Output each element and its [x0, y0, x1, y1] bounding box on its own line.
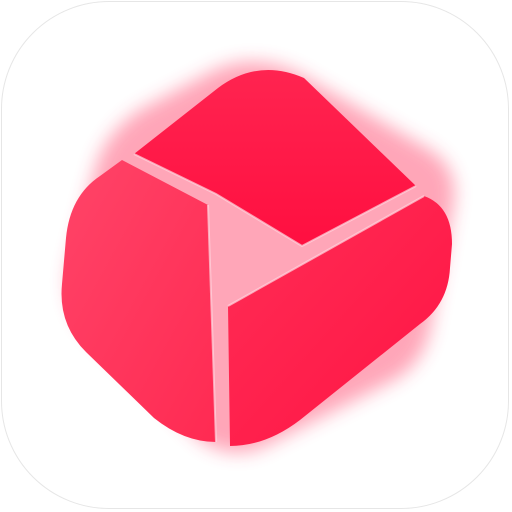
app-icon-canvas [0, 0, 512, 512]
play-video-app-icon [61, 61, 455, 453]
glyph-left-segment [61, 160, 216, 442]
